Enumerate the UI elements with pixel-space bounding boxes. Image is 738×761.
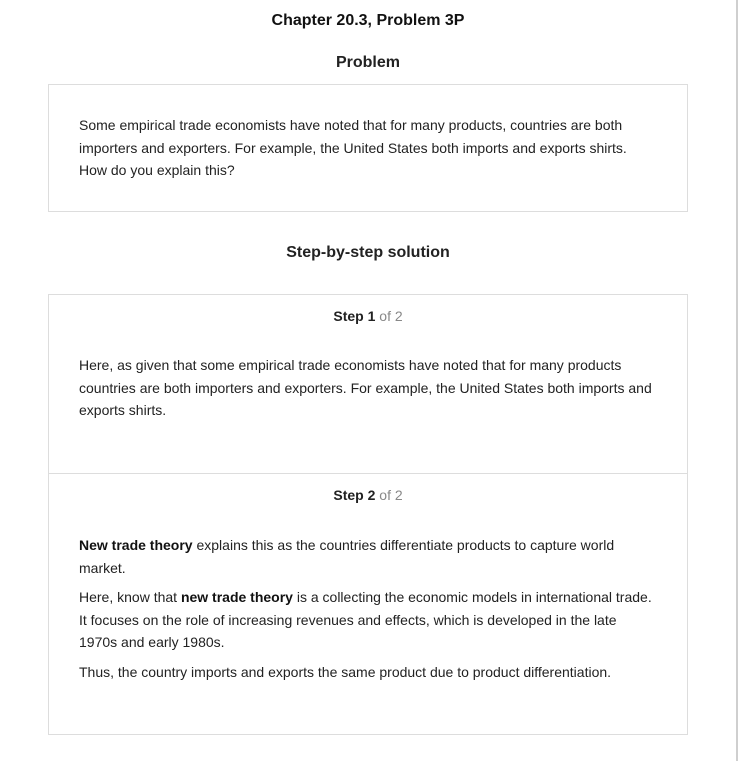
paragraph-text: Here, know that xyxy=(79,589,181,605)
step-1-body: Here, as given that some empirical trade… xyxy=(79,354,654,429)
step-1-header: Step 1 of 2 xyxy=(49,308,687,324)
step-1-section: Step 1 of 2 Here, as given that some emp… xyxy=(49,295,687,474)
problem-card: Some empirical trade economists have not… xyxy=(48,84,688,212)
step-2-paragraph-1: New trade theory explains this as the co… xyxy=(79,534,654,579)
problem-heading: Problem xyxy=(335,54,400,71)
solution-card: Step 1 of 2 Here, as given that some emp… xyxy=(48,294,688,735)
step-1-paragraph: Here, as given that some empirical trade… xyxy=(79,357,652,418)
step-number: 1 xyxy=(367,308,376,324)
bold-term: new trade theory xyxy=(180,589,293,605)
step-2-body: New trade theory explains this as the co… xyxy=(79,534,654,690)
step-2-section: Step 2 of 2 New trade theory explains th… xyxy=(49,474,687,734)
step-number: 2 xyxy=(367,487,376,503)
step-total: of 2 xyxy=(379,308,403,324)
bold-term: New trade theory xyxy=(79,537,193,553)
step-total: of 2 xyxy=(379,487,403,503)
step-2-paragraph-3: Thus, the country imports and exports th… xyxy=(79,663,612,680)
step-label: Step xyxy=(333,308,364,324)
solution-heading: Step-by-step solution xyxy=(286,244,450,261)
step-label: Step xyxy=(333,487,364,503)
step-2-paragraph-2: Here, know that new trade theory is a co… xyxy=(79,586,654,654)
problem-text: Some empirical trade economists have not… xyxy=(79,117,627,178)
step-2-header: Step 2 of 2 xyxy=(49,487,687,503)
page-title: Chapter 20.3, Problem 3P xyxy=(271,12,465,29)
